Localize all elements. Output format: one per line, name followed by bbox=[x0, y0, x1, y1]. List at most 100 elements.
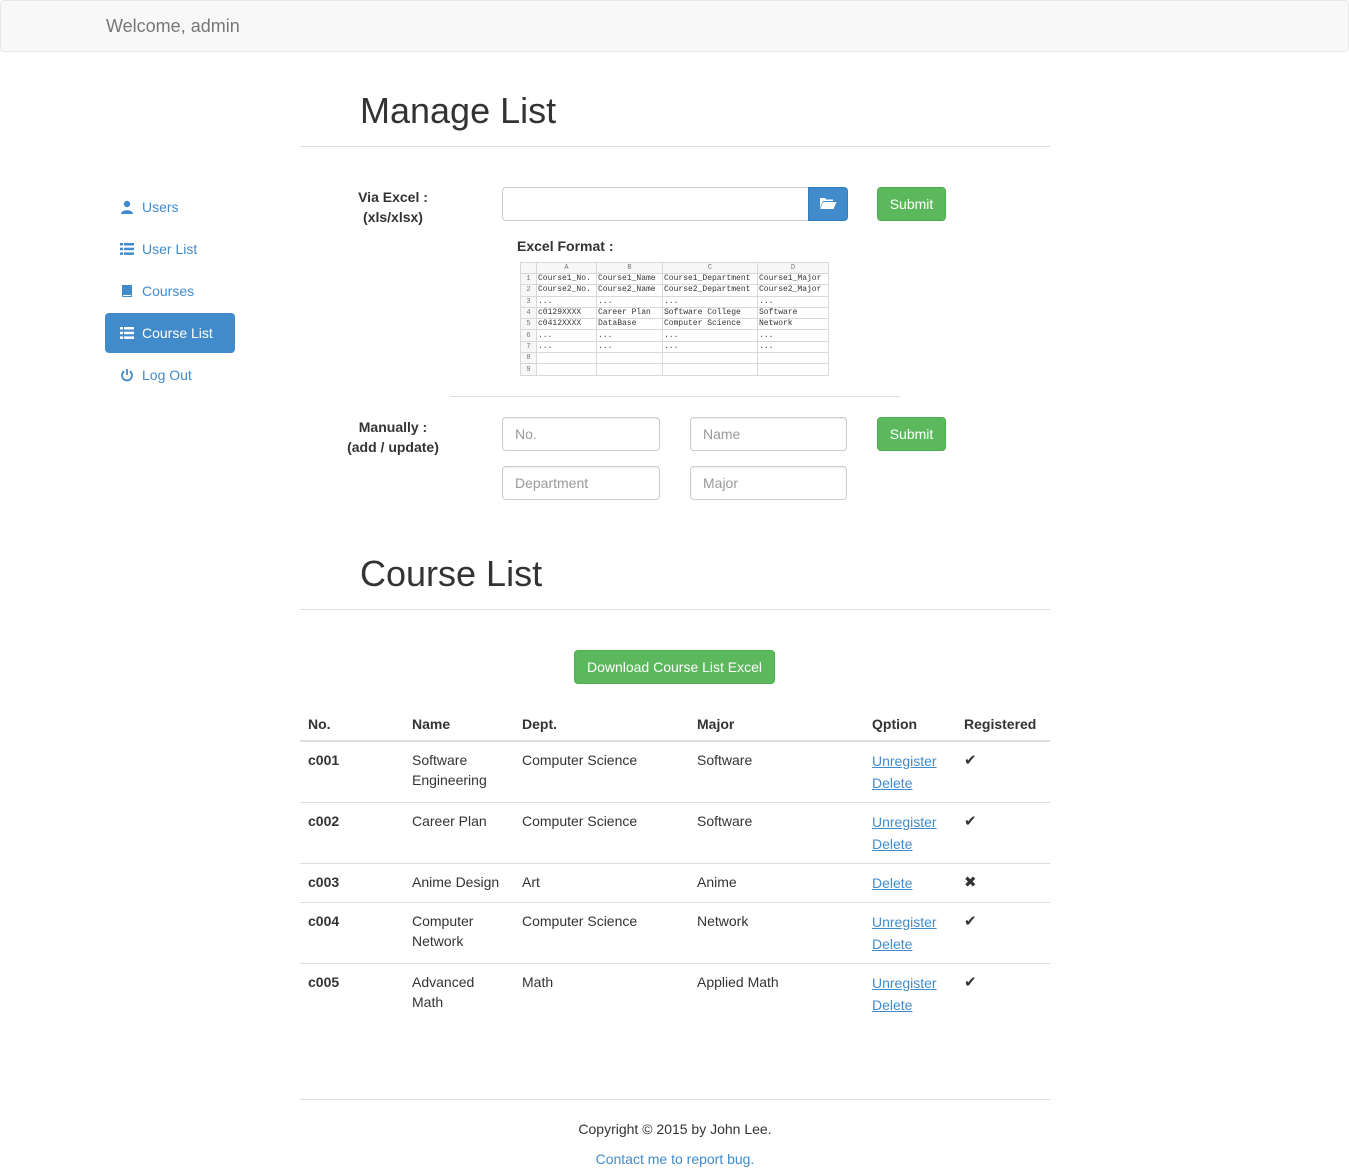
sheet-cell: ... bbox=[596, 329, 663, 342]
sheet-cell bbox=[662, 352, 758, 365]
column-header-name: Name bbox=[404, 702, 514, 742]
course-major: Applied Math bbox=[689, 963, 864, 1024]
table-row: c001 Software Engineering Computer Scien… bbox=[300, 740, 1050, 803]
course-name: Computer Network bbox=[404, 902, 514, 964]
download-course-list-button[interactable]: Download Course List Excel bbox=[574, 650, 775, 684]
excel-format-sample-image: ABCD 1 Course1_No. Course1_Name Course1_Dep… bbox=[520, 262, 829, 376]
course-dept: Computer Science bbox=[514, 902, 689, 964]
divider bbox=[300, 146, 1050, 147]
sheet-row-number: 8 bbox=[520, 352, 537, 365]
delete-link[interactable]: Delete bbox=[872, 933, 948, 955]
sheet-cell: ... bbox=[536, 340, 597, 354]
sidebar-item-log-out[interactable]: Log Out bbox=[105, 355, 235, 395]
sidebar-item-course-list[interactable]: Course List bbox=[105, 313, 235, 353]
sheet-row-number: 9 bbox=[520, 363, 537, 376]
manual-submit-button[interactable]: Submit bbox=[877, 417, 946, 451]
course-no: c004 bbox=[300, 902, 404, 964]
sheet-cell: c0129XXXX bbox=[536, 306, 597, 320]
checkmark-icon: ✔ bbox=[964, 974, 977, 991]
unregister-link[interactable]: Unregister bbox=[872, 972, 948, 994]
excel-submit-button[interactable]: Submit bbox=[877, 187, 946, 221]
sheet-cell: Software bbox=[757, 306, 829, 320]
course-no: c003 bbox=[300, 863, 404, 903]
delete-link[interactable]: Delete bbox=[872, 994, 948, 1016]
sheet-cell bbox=[536, 363, 597, 376]
sidebar-item-users[interactable]: Users bbox=[105, 187, 235, 227]
course-name: Software Engineering bbox=[404, 740, 514, 803]
user-icon bbox=[120, 200, 134, 214]
unregister-link[interactable]: Unregister bbox=[872, 750, 948, 772]
excel-format-label: Excel Format : bbox=[517, 238, 614, 254]
sheet-cell: Course1_No. bbox=[536, 272, 597, 286]
course-name-input[interactable] bbox=[690, 417, 847, 451]
sheet-cell: ... bbox=[536, 295, 597, 308]
course-list-title: Course List bbox=[360, 553, 543, 594]
sheet-row-number: 4 bbox=[520, 306, 537, 320]
course-no: c002 bbox=[300, 802, 404, 864]
list-icon bbox=[120, 242, 134, 256]
course-no: c005 bbox=[300, 963, 404, 1024]
course-name: Career Plan bbox=[404, 802, 514, 864]
checkmark-icon: ✔ bbox=[964, 813, 977, 830]
course-options: Unregister Delete bbox=[864, 902, 956, 964]
report-bug-link[interactable]: Contact me to report bug. bbox=[300, 1151, 1050, 1167]
checkmark-icon: ✔ bbox=[964, 913, 977, 930]
sheet-col-header: D bbox=[757, 262, 829, 274]
divider bbox=[450, 396, 900, 397]
sheet-row-number: 6 bbox=[520, 329, 537, 342]
sheet-cell bbox=[662, 363, 758, 376]
course-no-input[interactable] bbox=[502, 417, 660, 451]
course-options: Unregister Delete bbox=[864, 740, 956, 803]
department-input[interactable] bbox=[502, 466, 660, 500]
sidebar-item-label: Users bbox=[142, 199, 179, 215]
column-header-registered: Registered bbox=[956, 702, 1050, 742]
sheet-col-header: C bbox=[662, 262, 758, 274]
excel-file-path-input[interactable] bbox=[502, 187, 809, 221]
sidebar-item-label: Courses bbox=[142, 283, 195, 299]
table-row: c005 Advanced Math Math Applied Math Unr… bbox=[300, 963, 1050, 1024]
course-dept: Computer Science bbox=[514, 802, 689, 864]
sheet-row-number: 2 bbox=[520, 284, 537, 297]
sheet-cell: Course2_No. bbox=[536, 284, 597, 297]
top-navbar: Welcome, admin bbox=[0, 0, 1349, 52]
sheet-cell: ... bbox=[596, 340, 663, 354]
delete-link[interactable]: Delete bbox=[872, 833, 948, 855]
unregister-link[interactable]: Unregister bbox=[872, 811, 948, 833]
sheet-cell: ... bbox=[662, 340, 758, 354]
sheet-cell bbox=[596, 352, 663, 365]
sidebar-item-user-list[interactable]: User List bbox=[105, 229, 235, 269]
footer-copyright: Copyright © 2015 by John Lee. bbox=[578, 1121, 772, 1137]
sheet-cell: ... bbox=[757, 329, 829, 342]
sheet-row-number: 3 bbox=[520, 295, 537, 308]
course-major: Software bbox=[689, 802, 864, 864]
sheet-cell: DataBase bbox=[596, 318, 663, 331]
browse-file-button[interactable] bbox=[808, 187, 848, 221]
course-major: Network bbox=[689, 902, 864, 964]
column-header-dept: Dept. bbox=[514, 702, 689, 742]
sidebar-item-label: Log Out bbox=[142, 367, 192, 383]
footer-divider bbox=[300, 1099, 1050, 1100]
course-name: Anime Design bbox=[404, 863, 514, 903]
checkmark-icon: ✔ bbox=[964, 752, 977, 769]
sheet-cell bbox=[596, 363, 663, 376]
welcome-text: Welcome, admin bbox=[106, 16, 240, 36]
excel-label-line2: (xls/xlsx) bbox=[363, 209, 423, 225]
major-input[interactable] bbox=[690, 466, 847, 500]
table-header-row: No. Name Dept. Major Qption Registered bbox=[300, 702, 1050, 742]
manual-label-line2: (add / update) bbox=[347, 439, 439, 455]
course-dept: Art bbox=[514, 863, 689, 903]
unregister-link[interactable]: Unregister bbox=[872, 911, 948, 933]
course-major: Anime bbox=[689, 863, 864, 903]
delete-link[interactable]: Delete bbox=[872, 872, 948, 894]
sidebar-item-courses[interactable]: Courses bbox=[105, 271, 235, 311]
registered-cell: ✖ bbox=[956, 863, 1050, 903]
sheet-corner bbox=[520, 262, 537, 274]
sheet-row-number: 1 bbox=[520, 272, 537, 286]
delete-link[interactable]: Delete bbox=[872, 772, 948, 794]
sidebar-item-label: Course List bbox=[142, 325, 213, 341]
table-row: c002 Career Plan Computer Science Softwa… bbox=[300, 802, 1050, 864]
sheet-cell: Course2_Department bbox=[662, 284, 758, 297]
divider bbox=[300, 609, 1050, 610]
excel-label-line1: Via Excel : bbox=[358, 189, 428, 205]
registered-cell: ✔ bbox=[956, 802, 1050, 864]
